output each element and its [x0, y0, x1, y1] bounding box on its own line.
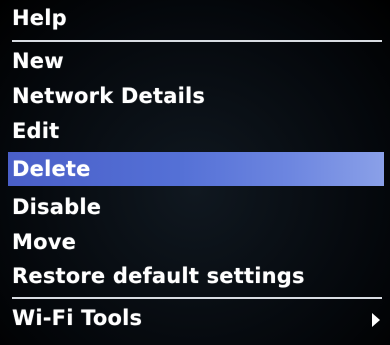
- menu-separator: [12, 297, 382, 299]
- chevron-right-icon: [372, 313, 380, 327]
- menu-item-edit[interactable]: Edit: [12, 115, 384, 148]
- menu-item-delete[interactable]: Delete: [8, 152, 384, 186]
- context-menu: Help New Network Details Edit Delete Dis…: [0, 0, 390, 345]
- menu-item-help[interactable]: Help: [12, 2, 384, 35]
- menu-item-network-details[interactable]: Network Details: [12, 80, 384, 113]
- menu-separator: [12, 40, 382, 42]
- menu-item-disable[interactable]: Disable: [12, 191, 384, 224]
- menu-item-wifi-tools[interactable]: Wi-Fi Tools: [12, 302, 384, 335]
- menu-item-move[interactable]: Move: [12, 226, 384, 259]
- menu-item-restore-default-settings[interactable]: Restore default settings: [12, 260, 384, 293]
- menu-item-new[interactable]: New: [12, 45, 384, 78]
